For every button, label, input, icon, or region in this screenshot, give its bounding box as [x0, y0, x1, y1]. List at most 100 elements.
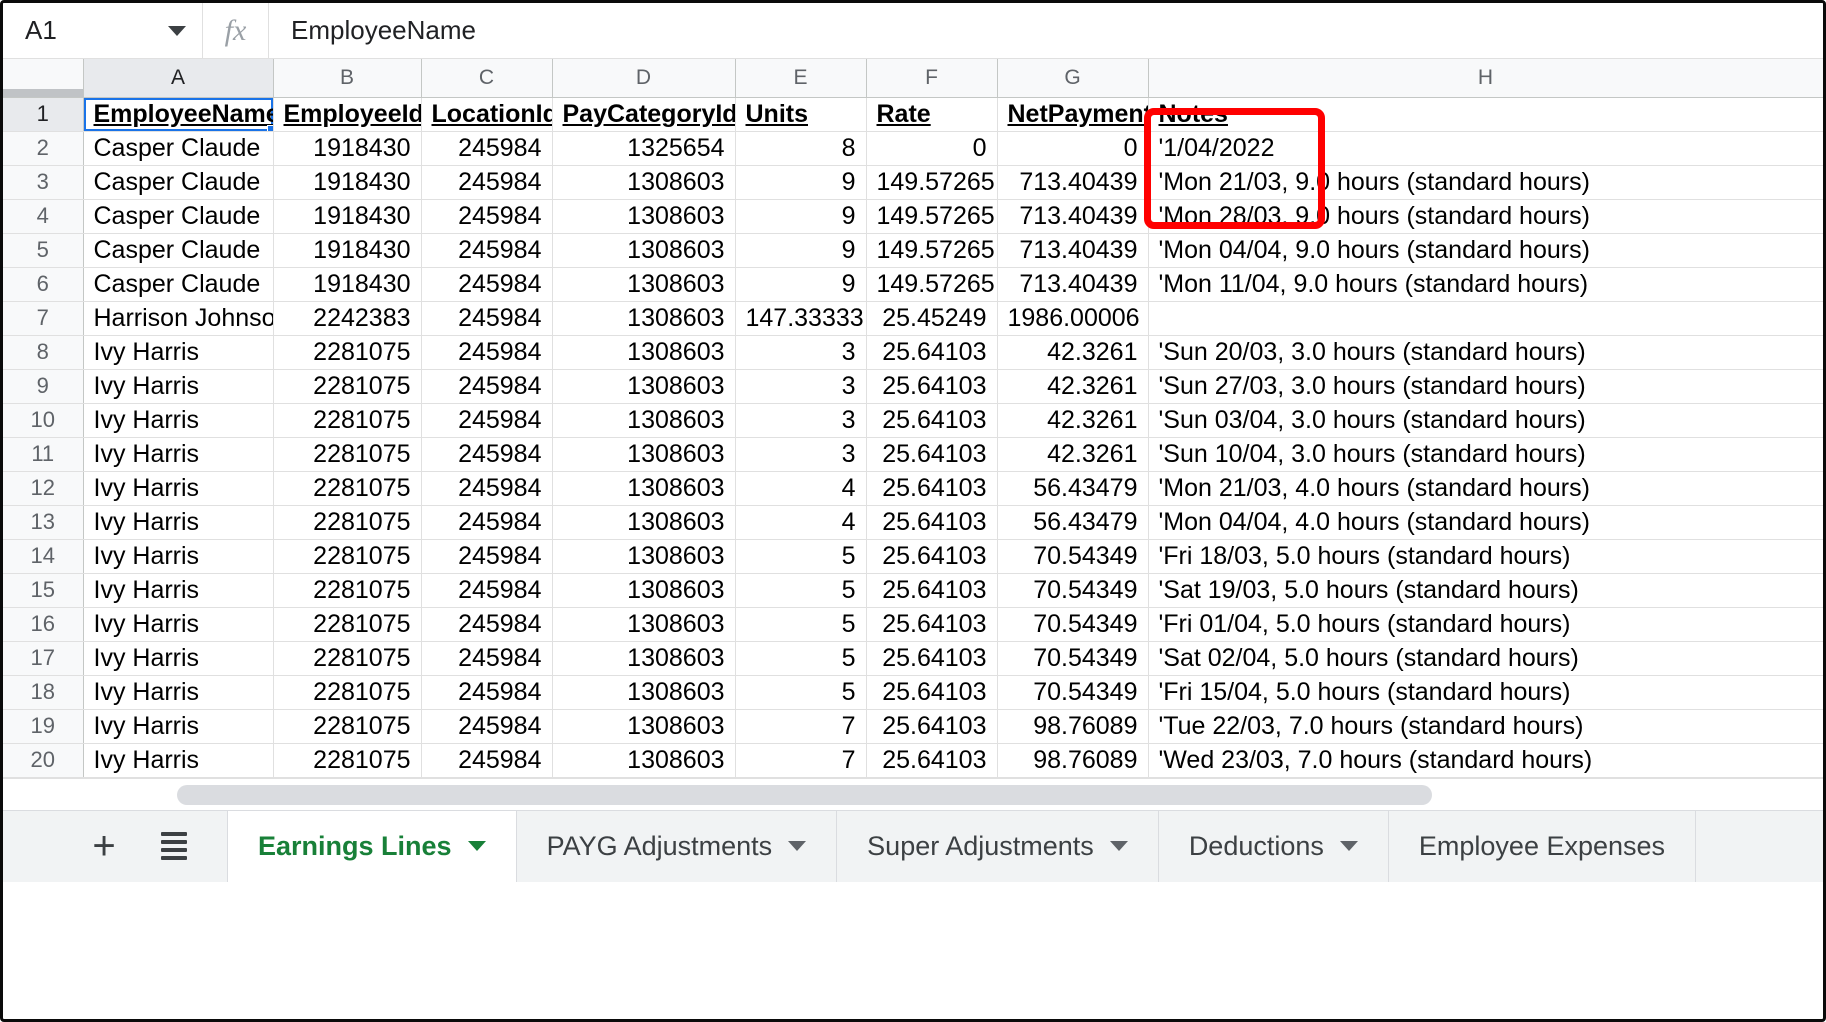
cell-g16[interactable]: 70.54349	[997, 607, 1148, 641]
row-header-1[interactable]: 1	[3, 97, 83, 131]
cell-h4[interactable]: 'Mon 28/03, 9.0 hours (standard hours)	[1148, 199, 1823, 233]
cell-c13[interactable]: 245984	[421, 505, 552, 539]
row-header-9[interactable]: 9	[3, 369, 83, 403]
cell-f16[interactable]: 25.64103	[866, 607, 997, 641]
cell-e12[interactable]: 4	[735, 471, 866, 505]
cell-c17[interactable]: 245984	[421, 641, 552, 675]
cell-e2[interactable]: 8	[735, 131, 866, 165]
row-header-5[interactable]: 5	[3, 233, 83, 267]
cell-b20[interactable]: 2281075	[273, 743, 421, 777]
cell-g10[interactable]: 42.3261	[997, 403, 1148, 437]
chevron-down-icon[interactable]	[788, 841, 806, 851]
row-header-16[interactable]: 16	[3, 607, 83, 641]
cell-d20[interactable]: 1308603	[552, 743, 735, 777]
cell-h12[interactable]: 'Mon 21/03, 4.0 hours (standard hours)	[1148, 471, 1823, 505]
cell-a18[interactable]: Ivy Harris	[83, 675, 273, 709]
cell-h5[interactable]: 'Mon 04/04, 9.0 hours (standard hours)	[1148, 233, 1823, 267]
cell-f14[interactable]: 25.64103	[866, 539, 997, 573]
cell-f19[interactable]: 25.64103	[866, 709, 997, 743]
cell-b15[interactable]: 2281075	[273, 573, 421, 607]
sheet-tab-super-adjustments[interactable]: Super Adjustments	[837, 811, 1159, 882]
cell-b7[interactable]: 2242383	[273, 301, 421, 335]
cell-d5[interactable]: 1308603	[552, 233, 735, 267]
row-header-13[interactable]: 13	[3, 505, 83, 539]
cell-d8[interactable]: 1308603	[552, 335, 735, 369]
cell-h16[interactable]: 'Fri 01/04, 5.0 hours (standard hours)	[1148, 607, 1823, 641]
cell-b18[interactable]: 2281075	[273, 675, 421, 709]
cell-e3[interactable]: 9	[735, 165, 866, 199]
cell-e8[interactable]: 3	[735, 335, 866, 369]
row-header-15[interactable]: 15	[3, 573, 83, 607]
header-cell-d1[interactable]: PayCategoryId	[552, 97, 735, 131]
header-cell-c1[interactable]: LocationId	[421, 97, 552, 131]
cell-c16[interactable]: 245984	[421, 607, 552, 641]
cell-f5[interactable]: 149.57265	[866, 233, 997, 267]
row-header-7[interactable]: 7	[3, 301, 83, 335]
cell-e17[interactable]: 5	[735, 641, 866, 675]
cell-a17[interactable]: Ivy Harris	[83, 641, 273, 675]
cell-d3[interactable]: 1308603	[552, 165, 735, 199]
fx-button[interactable]: fx	[203, 3, 269, 59]
chevron-down-icon[interactable]	[168, 26, 186, 36]
row-header-2[interactable]: 2	[3, 131, 83, 165]
cell-g9[interactable]: 42.3261	[997, 369, 1148, 403]
cell-d6[interactable]: 1308603	[552, 267, 735, 301]
row-header-11[interactable]: 11	[3, 437, 83, 471]
cell-e10[interactable]: 3	[735, 403, 866, 437]
cell-e6[interactable]: 9	[735, 267, 866, 301]
cell-b6[interactable]: 1918430	[273, 267, 421, 301]
cell-d12[interactable]: 1308603	[552, 471, 735, 505]
cell-h9[interactable]: 'Sun 27/03, 3.0 hours (standard hours)	[1148, 369, 1823, 403]
cell-c12[interactable]: 245984	[421, 471, 552, 505]
cell-g7[interactable]: 1986.00006	[997, 301, 1148, 335]
cell-d2[interactable]: 1325654	[552, 131, 735, 165]
cell-g4[interactable]: 713.40439	[997, 199, 1148, 233]
header-cell-b1[interactable]: EmployeeId	[273, 97, 421, 131]
cell-b2[interactable]: 1918430	[273, 131, 421, 165]
cell-h18[interactable]: 'Fri 15/04, 5.0 hours (standard hours)	[1148, 675, 1823, 709]
cell-g5[interactable]: 713.40439	[997, 233, 1148, 267]
cell-d4[interactable]: 1308603	[552, 199, 735, 233]
sheet-tab-payg-adjustments[interactable]: PAYG Adjustments	[517, 811, 838, 882]
cell-b14[interactable]: 2281075	[273, 539, 421, 573]
row-header-20[interactable]: 20	[3, 743, 83, 777]
sheet-tab-employee-expenses[interactable]: Employee Expenses	[1389, 811, 1696, 882]
cell-g15[interactable]: 70.54349	[997, 573, 1148, 607]
cell-f4[interactable]: 149.57265	[866, 199, 997, 233]
cell-a8[interactable]: Ivy Harris	[83, 335, 273, 369]
cell-h14[interactable]: 'Fri 18/03, 5.0 hours (standard hours)	[1148, 539, 1823, 573]
cell-b8[interactable]: 2281075	[273, 335, 421, 369]
cell-d19[interactable]: 1308603	[552, 709, 735, 743]
cell-c18[interactable]: 245984	[421, 675, 552, 709]
cell-a7[interactable]: Harrison Johnson	[83, 301, 273, 335]
cell-h17[interactable]: 'Sat 02/04, 5.0 hours (standard hours)	[1148, 641, 1823, 675]
cell-b11[interactable]: 2281075	[273, 437, 421, 471]
cell-e14[interactable]: 5	[735, 539, 866, 573]
cell-e13[interactable]: 4	[735, 505, 866, 539]
cell-e9[interactable]: 3	[735, 369, 866, 403]
cell-e7[interactable]: 147.33333	[735, 301, 866, 335]
sheet-tab-earnings-lines[interactable]: Earnings Lines	[228, 811, 517, 882]
cell-b19[interactable]: 2281075	[273, 709, 421, 743]
cell-f7[interactable]: 25.45249	[866, 301, 997, 335]
cell-a20[interactable]: Ivy Harris	[83, 743, 273, 777]
cell-b12[interactable]: 2281075	[273, 471, 421, 505]
chevron-down-icon[interactable]	[1340, 841, 1358, 851]
cell-e4[interactable]: 9	[735, 199, 866, 233]
header-cell-h1[interactable]: Notes	[1148, 97, 1823, 131]
cell-d18[interactable]: 1308603	[552, 675, 735, 709]
cell-e18[interactable]: 5	[735, 675, 866, 709]
cell-a5[interactable]: Casper Claude	[83, 233, 273, 267]
cell-a9[interactable]: Ivy Harris	[83, 369, 273, 403]
cell-h2[interactable]: '1/04/2022	[1148, 131, 1823, 165]
header-cell-f1[interactable]: Rate	[866, 97, 997, 131]
cell-f10[interactable]: 25.64103	[866, 403, 997, 437]
cell-g12[interactable]: 56.43479	[997, 471, 1148, 505]
cell-c6[interactable]: 245984	[421, 267, 552, 301]
cell-f17[interactable]: 25.64103	[866, 641, 997, 675]
cell-g20[interactable]: 98.76089	[997, 743, 1148, 777]
formula-input[interactable]: EmployeeName	[269, 3, 1823, 59]
cell-d9[interactable]: 1308603	[552, 369, 735, 403]
cell-g19[interactable]: 98.76089	[997, 709, 1148, 743]
cell-g13[interactable]: 56.43479	[997, 505, 1148, 539]
